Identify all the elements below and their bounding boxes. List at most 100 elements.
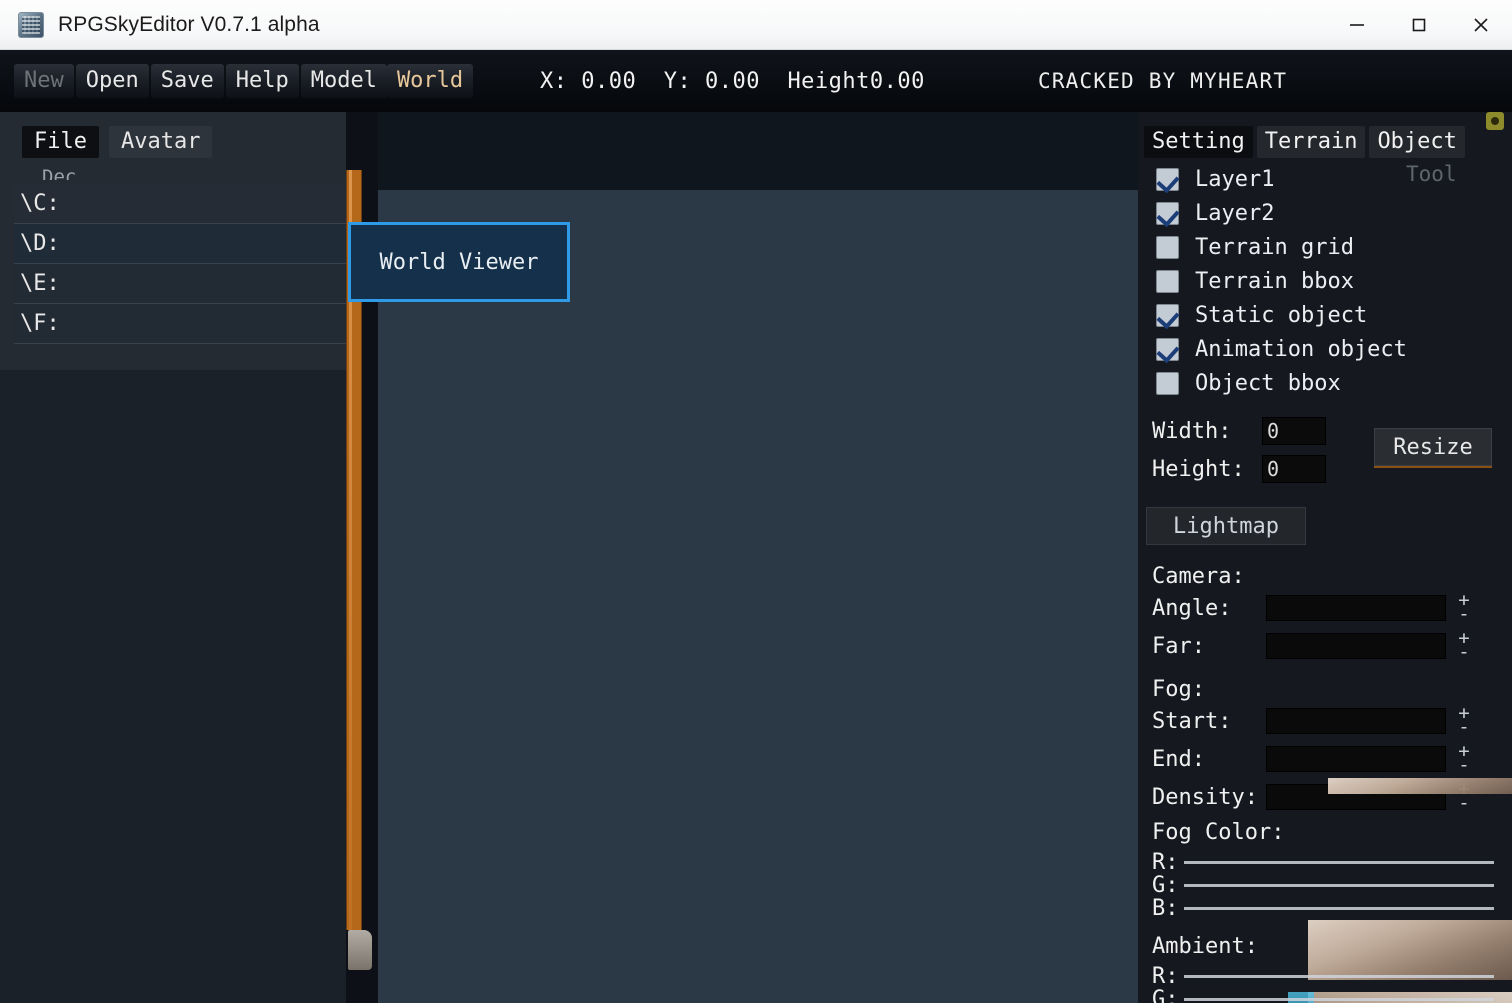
checkbox-label: Layer1 xyxy=(1195,166,1275,192)
checkbox-label: Object bbox xyxy=(1195,370,1341,396)
checkbox-icon[interactable] xyxy=(1156,201,1179,225)
minimize-icon[interactable] xyxy=(1326,0,1388,50)
world-viewer-label: World Viewer xyxy=(379,249,539,275)
fog-color-r-label: R: xyxy=(1152,850,1179,875)
coord-height: Height0.00 xyxy=(787,68,925,94)
fog-start-stepper[interactable]: + - xyxy=(1454,704,1474,737)
drive-label: \C: xyxy=(20,191,60,216)
gear-icon[interactable] xyxy=(1486,112,1504,130)
fog-end-input[interactable] xyxy=(1266,746,1446,772)
fog-color-g-slider[interactable] xyxy=(1184,884,1494,887)
resize-button[interactable]: Resize xyxy=(1374,428,1492,466)
checkbox-icon[interactable] xyxy=(1156,303,1179,327)
viewport-tab-strip xyxy=(378,112,1138,190)
drive-label: \D: xyxy=(20,231,60,256)
tab-setting[interactable]: Setting xyxy=(1144,126,1253,159)
fog-color-r-row[interactable]: R: xyxy=(1144,850,1512,875)
list-item[interactable]: \F: xyxy=(14,304,346,344)
fog-density-stepper[interactable]: + - xyxy=(1454,780,1474,813)
width-input[interactable]: 0 xyxy=(1262,417,1326,445)
fog-end-stepper[interactable]: + - xyxy=(1454,742,1474,775)
maximize-icon[interactable] xyxy=(1388,0,1450,50)
tab-file[interactable]: File xyxy=(22,126,99,159)
fog-color-b-label: B: xyxy=(1152,896,1179,921)
tab-avatar[interactable]: Avatar xyxy=(108,126,213,159)
menu-item-new[interactable]: New xyxy=(14,64,74,98)
fog-color-b-row[interactable]: B: xyxy=(1144,896,1512,921)
checkbox-row-layer1[interactable]: Layer1 xyxy=(1146,162,1506,196)
camera-far-row: Far: + - xyxy=(1144,627,1512,665)
checkbox-row-layer2[interactable]: Layer2 xyxy=(1146,196,1506,230)
ambient-r-label: R: xyxy=(1152,964,1179,989)
coord-spacer-2 xyxy=(760,69,788,94)
menu-item-open[interactable]: Open xyxy=(75,64,149,98)
stepper-down-icon[interactable]: - xyxy=(1458,718,1469,737)
camera-far-stepper[interactable]: + - xyxy=(1454,629,1474,662)
tab-terrain[interactable]: Terrain xyxy=(1256,126,1366,159)
stepper-down-icon[interactable]: - xyxy=(1458,756,1469,775)
viewport-3d[interactable]: Y Z X xyxy=(378,190,1138,1003)
tab-world-viewer[interactable]: World Viewer xyxy=(348,222,570,302)
list-item[interactable]: \E: xyxy=(14,264,346,304)
checkbox-row-terrain-bbox[interactable]: Terrain bbox xyxy=(1146,264,1506,298)
list-item[interactable]: \D: xyxy=(14,224,346,264)
camera-angle-input[interactable] xyxy=(1266,595,1446,621)
fog-end-row: End: + - xyxy=(1144,740,1512,778)
fog-end-label: End: xyxy=(1152,746,1205,772)
camera-angle-stepper[interactable]: + - xyxy=(1454,591,1474,624)
application-window: RPGSkyEditor V0.7.1 alpha New Open Save … xyxy=(0,0,1512,1003)
checkbox-label: Animation object xyxy=(1195,336,1407,362)
close-icon[interactable] xyxy=(1450,0,1512,50)
ambient-g-label: G: xyxy=(1152,987,1179,1003)
checkbox-label: Terrain grid xyxy=(1195,234,1354,260)
ambient-r-slider[interactable] xyxy=(1184,975,1494,978)
map-size-block: Width: 0 Height: 0 Resize xyxy=(1146,412,1506,488)
checkbox-icon[interactable] xyxy=(1156,337,1179,361)
checkbox-icon[interactable] xyxy=(1156,167,1179,191)
list-item[interactable]: \C: xyxy=(14,184,346,224)
height-label: Height: xyxy=(1152,456,1245,482)
checkbox-row-object-bbox[interactable]: Object bbox xyxy=(1146,366,1506,400)
title-bar: RPGSkyEditor V0.7.1 alpha xyxy=(0,0,1512,50)
fog-start-input[interactable] xyxy=(1266,708,1446,734)
coord-x: X: 0.00 xyxy=(540,68,637,94)
menu-item-save[interactable]: Save xyxy=(150,64,224,98)
checkbox-icon[interactable] xyxy=(1156,371,1179,395)
checkbox-label: Static object xyxy=(1195,302,1368,328)
checkbox-row-animation-object[interactable]: Animation object xyxy=(1146,332,1506,366)
height-input[interactable]: 0 xyxy=(1262,455,1326,483)
drive-label: \E: xyxy=(20,271,60,296)
fog-start-label: Start: xyxy=(1152,708,1232,734)
fog-density-input[interactable] xyxy=(1266,784,1446,810)
menu-items: New Open Save Help Model World xyxy=(14,50,475,112)
lightmap-button[interactable]: Lightmap xyxy=(1146,507,1306,545)
ambient-g-slider[interactable] xyxy=(1184,998,1494,1001)
camera-far-input[interactable] xyxy=(1266,633,1446,659)
tab-object[interactable]: Object xyxy=(1369,126,1465,159)
fog-section: Fog: Start: + - End: + - Density: + - xyxy=(1144,677,1512,816)
menu-item-model[interactable]: Model xyxy=(300,64,387,98)
drive-list: \C: \D: \E: \F: xyxy=(14,184,346,344)
checkbox-label: Layer2 xyxy=(1195,200,1275,226)
ambient-g-row[interactable]: G: xyxy=(1144,987,1512,1003)
fog-color-r-slider[interactable] xyxy=(1184,861,1494,864)
stepper-down-icon[interactable]: - xyxy=(1458,605,1469,624)
checkbox-row-static-object[interactable]: Static object xyxy=(1146,298,1506,332)
checkbox-icon[interactable] xyxy=(1156,235,1179,259)
window-title: RPGSkyEditor V0.7.1 alpha xyxy=(58,12,320,36)
ambient-title: Ambient: xyxy=(1152,934,1258,959)
fog-density-label: Density: xyxy=(1152,784,1258,810)
menu-item-help[interactable]: Help xyxy=(225,64,299,98)
checkbox-icon[interactable] xyxy=(1156,269,1179,293)
checkbox-row-terrain-grid[interactable]: Terrain grid xyxy=(1146,230,1506,264)
settings-panel-tabs: Setting Terrain Object xyxy=(1144,126,1465,159)
fog-color-g-row[interactable]: G: xyxy=(1144,873,1512,898)
fog-color-b-slider[interactable] xyxy=(1184,907,1494,910)
stepper-down-icon[interactable]: - xyxy=(1458,643,1469,662)
app-icon xyxy=(18,11,44,38)
stepper-down-icon[interactable]: - xyxy=(1458,794,1469,813)
menu-item-world[interactable]: World xyxy=(386,64,474,98)
fog-color-section: Fog Color: R: G: B: xyxy=(1144,820,1512,921)
coord-y: Y: 0.00 xyxy=(663,68,760,94)
ambient-r-row[interactable]: R: xyxy=(1144,964,1512,989)
